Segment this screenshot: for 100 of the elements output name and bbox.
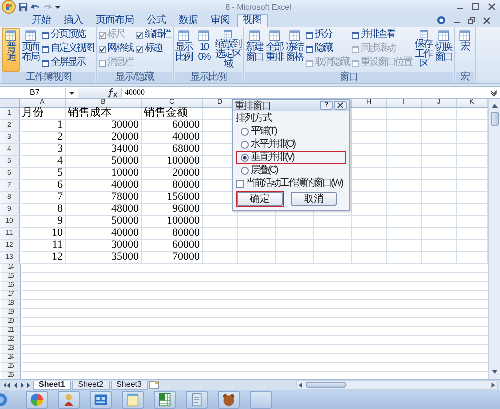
dialog-button[interactable]: 取消 — [291, 192, 337, 206]
ribbon-button[interactable]: 缩放到选定区域 — [214, 28, 242, 72]
office-button-icon[interactable] — [2, 0, 16, 14]
expand-icon[interactable] — [490, 88, 498, 96]
start-orb-icon[interactable] — [0, 392, 8, 408]
table-cell-text: 1 — [58, 120, 64, 131]
close-icon[interactable] — [483, 17, 491, 25]
taskbar-button[interactable] — [218, 390, 240, 408]
ribbon-tab[interactable]: 开始 — [26, 14, 57, 27]
table-cell-text: 4 — [58, 156, 64, 167]
table-cell-text: 100000 — [167, 216, 201, 227]
table-cell-text: 70000 — [172, 252, 201, 263]
taskbar-button[interactable] — [90, 390, 112, 408]
table-cell-text: 48000 — [112, 204, 140, 215]
taskbar-button[interactable] — [154, 390, 176, 408]
checkbox[interactable] — [98, 46, 106, 52]
pinwheel-icon — [30, 392, 44, 406]
sheet-icon — [459, 30, 471, 42]
taskbar-button[interactable] — [26, 390, 48, 408]
radio-button[interactable] — [241, 154, 249, 162]
scroll-thumb[interactable] — [490, 112, 498, 126]
table-cell-text: 40000 — [112, 180, 140, 191]
table-cell-text: 2 — [58, 132, 64, 143]
restore-icon[interactable] — [468, 17, 476, 25]
document-icon — [190, 392, 204, 406]
ribbon-tab[interactable]: 视图 — [237, 14, 268, 27]
sheet-navigation-icon[interactable] — [2, 382, 32, 388]
dropdown-icon[interactable] — [55, 4, 61, 10]
ribbon-tab[interactable]: 数据 — [173, 14, 204, 27]
ribbon-button[interactable]: 普通 — [2, 28, 20, 72]
checkbox-label: 当前活动工作簿的窗口(W) — [246, 178, 343, 189]
save-icon[interactable] — [19, 2, 28, 12]
caret-icon[interactable] — [69, 90, 75, 96]
ribbon-button[interactable]: 拆分 — [305, 28, 350, 42]
table-cell-text: 20000 — [112, 132, 140, 143]
window-icon — [42, 32, 49, 38]
group-label: 工作簿视图 — [2, 72, 94, 83]
table-cell-text: 96000 — [172, 204, 201, 215]
window-icon — [352, 46, 359, 52]
sheet-tab[interactable]: Sheet2 — [72, 380, 110, 390]
ribbon-tab[interactable]: 页面布局 — [90, 14, 140, 27]
radio-button[interactable] — [241, 140, 249, 148]
sheet-tab[interactable]: Sheet1 — [33, 380, 72, 390]
horizontal-scrollbar[interactable] — [296, 380, 498, 390]
checkbox[interactable] — [136, 46, 143, 52]
table-cell-text: 3 — [58, 144, 64, 155]
table-cell-text: 40000 — [172, 132, 201, 143]
checkbox-label: 网格线 — [108, 43, 133, 55]
sheet-icon — [5, 30, 17, 42]
ribbon-button[interactable]: 隐藏 — [305, 42, 350, 56]
taskbar-button[interactable] — [58, 390, 80, 408]
table-cell-text: 销售成本 — [67, 108, 112, 119]
scroll-thumb[interactable] — [306, 382, 346, 388]
close-button[interactable] — [334, 101, 347, 110]
sheet-icon — [438, 30, 450, 42]
ribbon-tab[interactable]: 审阅 — [205, 14, 236, 27]
ribbon-button[interactable]: 自定义视图 — [41, 42, 94, 56]
ribbon-button[interactable]: 宏 — [456, 28, 474, 72]
help-icon[interactable] — [437, 16, 446, 25]
table-cell-text: 50000 — [112, 216, 140, 227]
undo-icon[interactable] — [31, 2, 40, 12]
checkbox[interactable] — [236, 180, 244, 188]
table-cell-text: 156000 — [167, 192, 201, 203]
ribbon-tab[interactable]: 插入 — [58, 14, 89, 27]
insert-sheet-icon[interactable] — [148, 381, 159, 389]
group-label: 排列方式 — [236, 113, 274, 125]
maximize-icon[interactable] — [472, 3, 480, 11]
ribbon-button[interactable]: 全部重排 — [265, 28, 284, 72]
ribbon-button[interactable]: 全屏显示 — [41, 56, 94, 70]
table-cell-text: 34000 — [112, 144, 140, 155]
window-icon — [306, 32, 313, 38]
ribbon-button[interactable]: 显示比例 — [174, 28, 194, 72]
right-arrow-icon[interactable] — [490, 382, 497, 388]
dialog-button[interactable]: 确定 — [237, 192, 283, 206]
ribbon-button[interactable]: 切换窗口 — [434, 28, 453, 72]
ribbon-button[interactable]: 冻结窗格 — [285, 28, 304, 72]
sheet-tab[interactable]: Sheet3 — [110, 380, 148, 390]
ribbon-button[interactable]: 100% — [194, 28, 214, 72]
checkbox[interactable] — [136, 32, 143, 38]
vertical-scrollbar[interactable] — [488, 99, 500, 379]
left-arrow-icon[interactable] — [297, 382, 304, 388]
ribbon-tab[interactable]: 公式 — [141, 14, 172, 27]
ribbon-button[interactable]: 并排查看 — [351, 28, 413, 42]
radio-label: 层叠(C) — [251, 165, 278, 176]
up-arrow-icon[interactable] — [490, 102, 498, 110]
spreadsheet-icon — [158, 392, 172, 406]
down-arrow-icon[interactable] — [490, 368, 498, 376]
ribbon-button[interactable]: 保存工作区 — [414, 28, 433, 72]
ribbon-button[interactable]: 新建窗口 — [245, 28, 264, 72]
formula-field[interactable]: 40000 — [125, 88, 487, 97]
table-cell-text: 80000 — [172, 228, 201, 239]
close-icon[interactable] — [488, 3, 496, 11]
radio-label: 水平并排(O) — [251, 139, 295, 150]
window-icon — [42, 60, 49, 66]
function-icon[interactable] — [106, 88, 118, 98]
ribbon-button[interactable]: 分页预览 — [41, 28, 94, 42]
radio-button[interactable] — [241, 128, 249, 136]
ribbon-button[interactable]: 页面布局 — [21, 28, 40, 72]
radio-button[interactable] — [241, 166, 249, 174]
table-cell-text: 40000 — [112, 228, 140, 239]
